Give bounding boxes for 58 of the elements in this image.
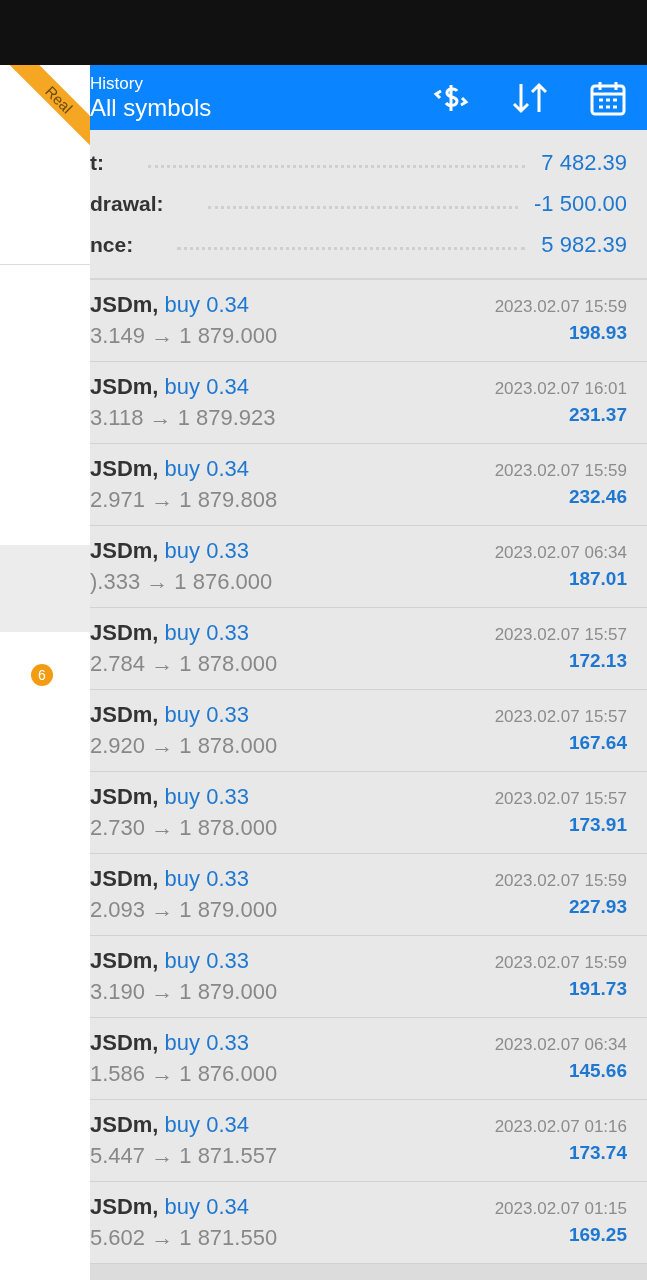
summary-value: 7 482.39 <box>541 150 627 176</box>
trade-prices: 5.602 → 1 871.550 <box>90 1225 278 1251</box>
sort-icon[interactable] <box>511 80 549 115</box>
trade-title: JSDm, buy 0.34 <box>90 1194 249 1220</box>
header-title[interactable]: All symbols <box>90 93 431 122</box>
trade-title: JSDm, buy 0.33 <box>90 1030 249 1056</box>
trade-prices: 3.149 → 1 879.000 <box>90 323 278 349</box>
trade-time: 2023.02.07 15:59 <box>494 953 627 973</box>
trade-time: 2023.02.07 01:16 <box>494 1117 627 1137</box>
trade-prices: 2.920 → 1 878.000 <box>90 733 278 759</box>
notification-badge: 6 <box>31 664 53 686</box>
header-subtitle: History <box>90 73 144 94</box>
summary-value: 5 982.39 <box>541 232 627 258</box>
trade-prices: 2.971 → 1 879.808 <box>90 487 278 513</box>
trade-prices: 2.093 → 1 879.000 <box>90 897 278 923</box>
trade-title: JSDm, buy 0.33 <box>90 784 249 810</box>
trade-title: JSDm, buy 0.34 <box>90 374 249 400</box>
trade-prices: 2.784 → 1 878.000 <box>90 651 278 677</box>
trade-title: JSDm, buy 0.33 <box>90 866 249 892</box>
trade-title: JSDm, buy 0.34 <box>90 292 249 318</box>
trade-profit: 173.74 <box>568 1142 627 1164</box>
trade-prices: 5.447 → 1 871.557 <box>90 1143 278 1169</box>
summary-label: t: <box>90 151 104 175</box>
trade-profit: 172.13 <box>568 650 627 672</box>
summary-label: drawal: <box>90 192 164 216</box>
trade-profit: 173.91 <box>568 814 627 836</box>
trade-prices: 3.190 → 1 879.000 <box>90 979 278 1005</box>
trade-profit: 187.01 <box>568 568 627 590</box>
trade-time: 2023.02.07 01:15 <box>494 1199 627 1219</box>
trade-prices: 2.730 → 1 878.000 <box>90 815 278 841</box>
trade-time: 2023.02.07 15:59 <box>494 871 627 891</box>
trade-title: JSDm, buy 0.33 <box>90 702 249 728</box>
trade-prices: 1.586 → 1 876.000 <box>90 1061 278 1087</box>
trade-title: JSDm, buy 0.33 <box>90 538 249 564</box>
summary-value: -1 500.00 <box>534 191 627 217</box>
trade-time: 2023.02.07 06:34 <box>494 1035 627 1055</box>
trade-title: JSDm, buy 0.33 <box>90 948 249 974</box>
trade-title: JSDm, buy 0.34 <box>90 1112 249 1138</box>
trade-time: 2023.02.07 15:57 <box>494 789 627 809</box>
trade-time: 2023.02.07 15:59 <box>494 297 627 317</box>
trade-profit: 191.73 <box>568 978 627 1000</box>
trade-prices: ).333 → 1 876.000 <box>90 569 273 595</box>
trade-profit: 227.93 <box>568 896 627 918</box>
trade-time: 2023.02.07 06:34 <box>494 543 627 563</box>
trade-time: 2023.02.07 15:57 <box>494 625 627 645</box>
trade-profit: 232.46 <box>568 486 627 508</box>
trade-time: 2023.02.07 16:01 <box>494 379 627 399</box>
trade-prices: 3.118 → 1 879.923 <box>90 405 276 431</box>
trade-profit: 231.37 <box>568 404 627 426</box>
trade-profit: 167.64 <box>568 732 627 754</box>
trade-profit: 145.66 <box>568 1060 627 1082</box>
trade-title: JSDm, buy 0.34 <box>90 456 249 482</box>
trade-title: JSDm, buy 0.33 <box>90 620 249 646</box>
trade-time: 2023.02.07 15:57 <box>494 707 627 727</box>
trade-profit: 198.93 <box>568 322 627 344</box>
trade-time: 2023.02.07 15:59 <box>494 461 627 481</box>
summary-label: nce: <box>90 233 134 257</box>
trade-profit: 169.25 <box>568 1224 627 1246</box>
